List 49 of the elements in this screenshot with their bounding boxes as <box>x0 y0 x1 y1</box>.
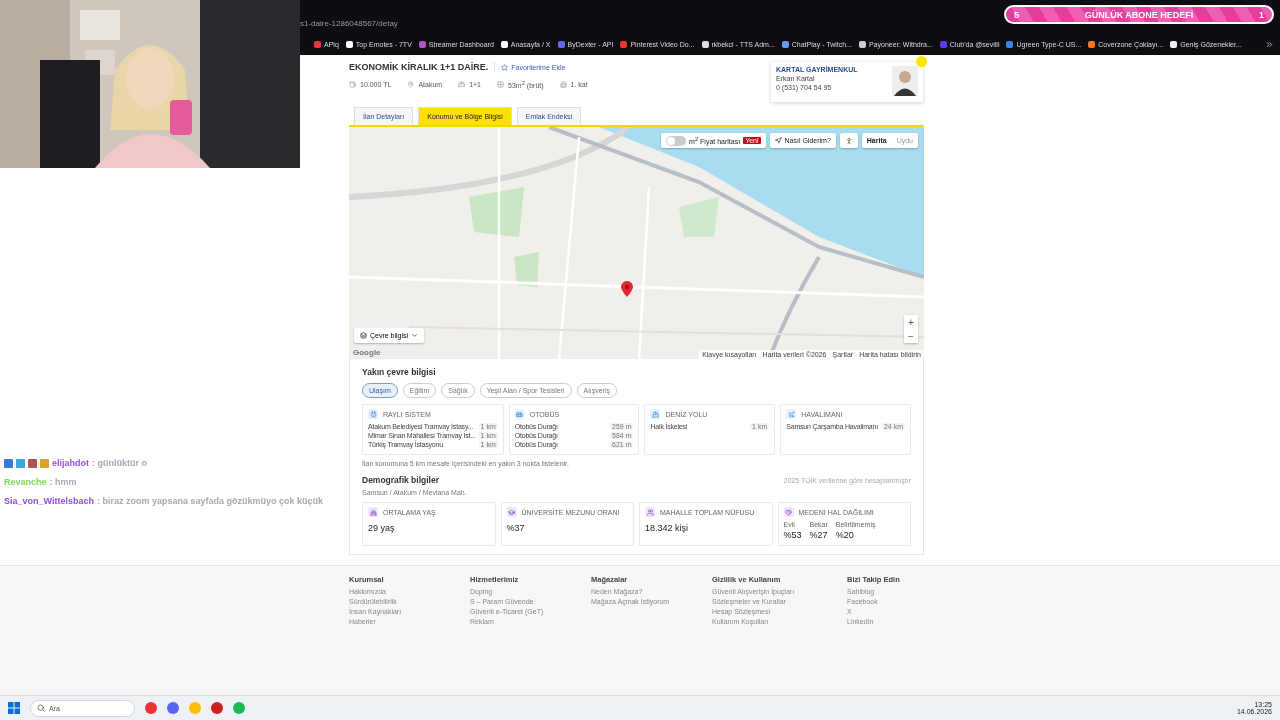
stat-value: 29 yaş <box>368 523 396 533</box>
map-pin-icon[interactable] <box>621 281 633 297</box>
navigation-icon <box>774 137 782 144</box>
grid-icon <box>497 81 504 89</box>
bed-icon <box>458 81 466 89</box>
ship-icon <box>652 410 659 418</box>
windows-icon[interactable] <box>8 702 20 714</box>
section-title: Demografik bilgiler <box>362 475 439 485</box>
address-text[interactable]: s1-daire-1286048567/detay <box>300 19 1280 28</box>
cake-icon <box>369 508 377 516</box>
goal-target: 1 <box>1258 9 1264 20</box>
map-logo: Google <box>353 348 381 357</box>
chat-message: : biraz zoom yapsana sayfada gözükmüyo çok küçük <box>96 496 324 506</box>
star-icon <box>501 63 509 71</box>
avatar-icon <box>892 66 918 96</box>
search-icon <box>37 704 45 712</box>
chevron-down-icon <box>411 332 419 339</box>
music-icon[interactable] <box>233 702 245 714</box>
goal-current: 5 <box>1014 9 1019 20</box>
pin-icon <box>407 81 415 89</box>
people-icon <box>646 508 654 516</box>
stat-value: 18.342 kişi <box>645 523 690 533</box>
more-icon[interactable] <box>1265 39 1274 49</box>
building-icon <box>559 81 567 89</box>
chat-app-icon[interactable] <box>167 702 179 714</box>
chat-message: : günlüktür o <box>92 458 147 468</box>
wallet-icon <box>349 81 356 89</box>
stat-value: %37 <box>506 523 526 533</box>
stat-value: %53 <box>783 530 802 540</box>
chat-username: elijahdot <box>52 458 89 468</box>
stat-value: %20 <box>835 530 855 540</box>
graduation-cap-icon <box>508 508 515 516</box>
bus-icon <box>516 410 524 418</box>
chat-username: Revanche <box>4 477 47 487</box>
zoom-in-button[interactable]: + <box>904 315 918 329</box>
train-icon <box>369 410 377 418</box>
goal-label: GÜNLÜK ABONE HEDEFİ <box>1084 9 1194 20</box>
stat-value: %27 <box>809 530 828 540</box>
plane-icon <box>787 410 795 418</box>
app-icon[interactable] <box>211 702 223 714</box>
section-title: Yakın çevre bilgisi <box>362 367 437 377</box>
person-icon <box>844 136 853 145</box>
zoom-out-button[interactable]: − <box>904 329 918 343</box>
badge-icon <box>916 56 927 67</box>
chat-username: Sia_von_Wittelsbach <box>4 496 94 506</box>
layers-icon <box>360 332 367 339</box>
chat-message: : hmm <box>49 477 77 487</box>
browser-icon[interactable] <box>145 702 157 714</box>
listing-title: EKONOMİK KİRALIK 1+1 DAİRE. <box>349 62 496 72</box>
